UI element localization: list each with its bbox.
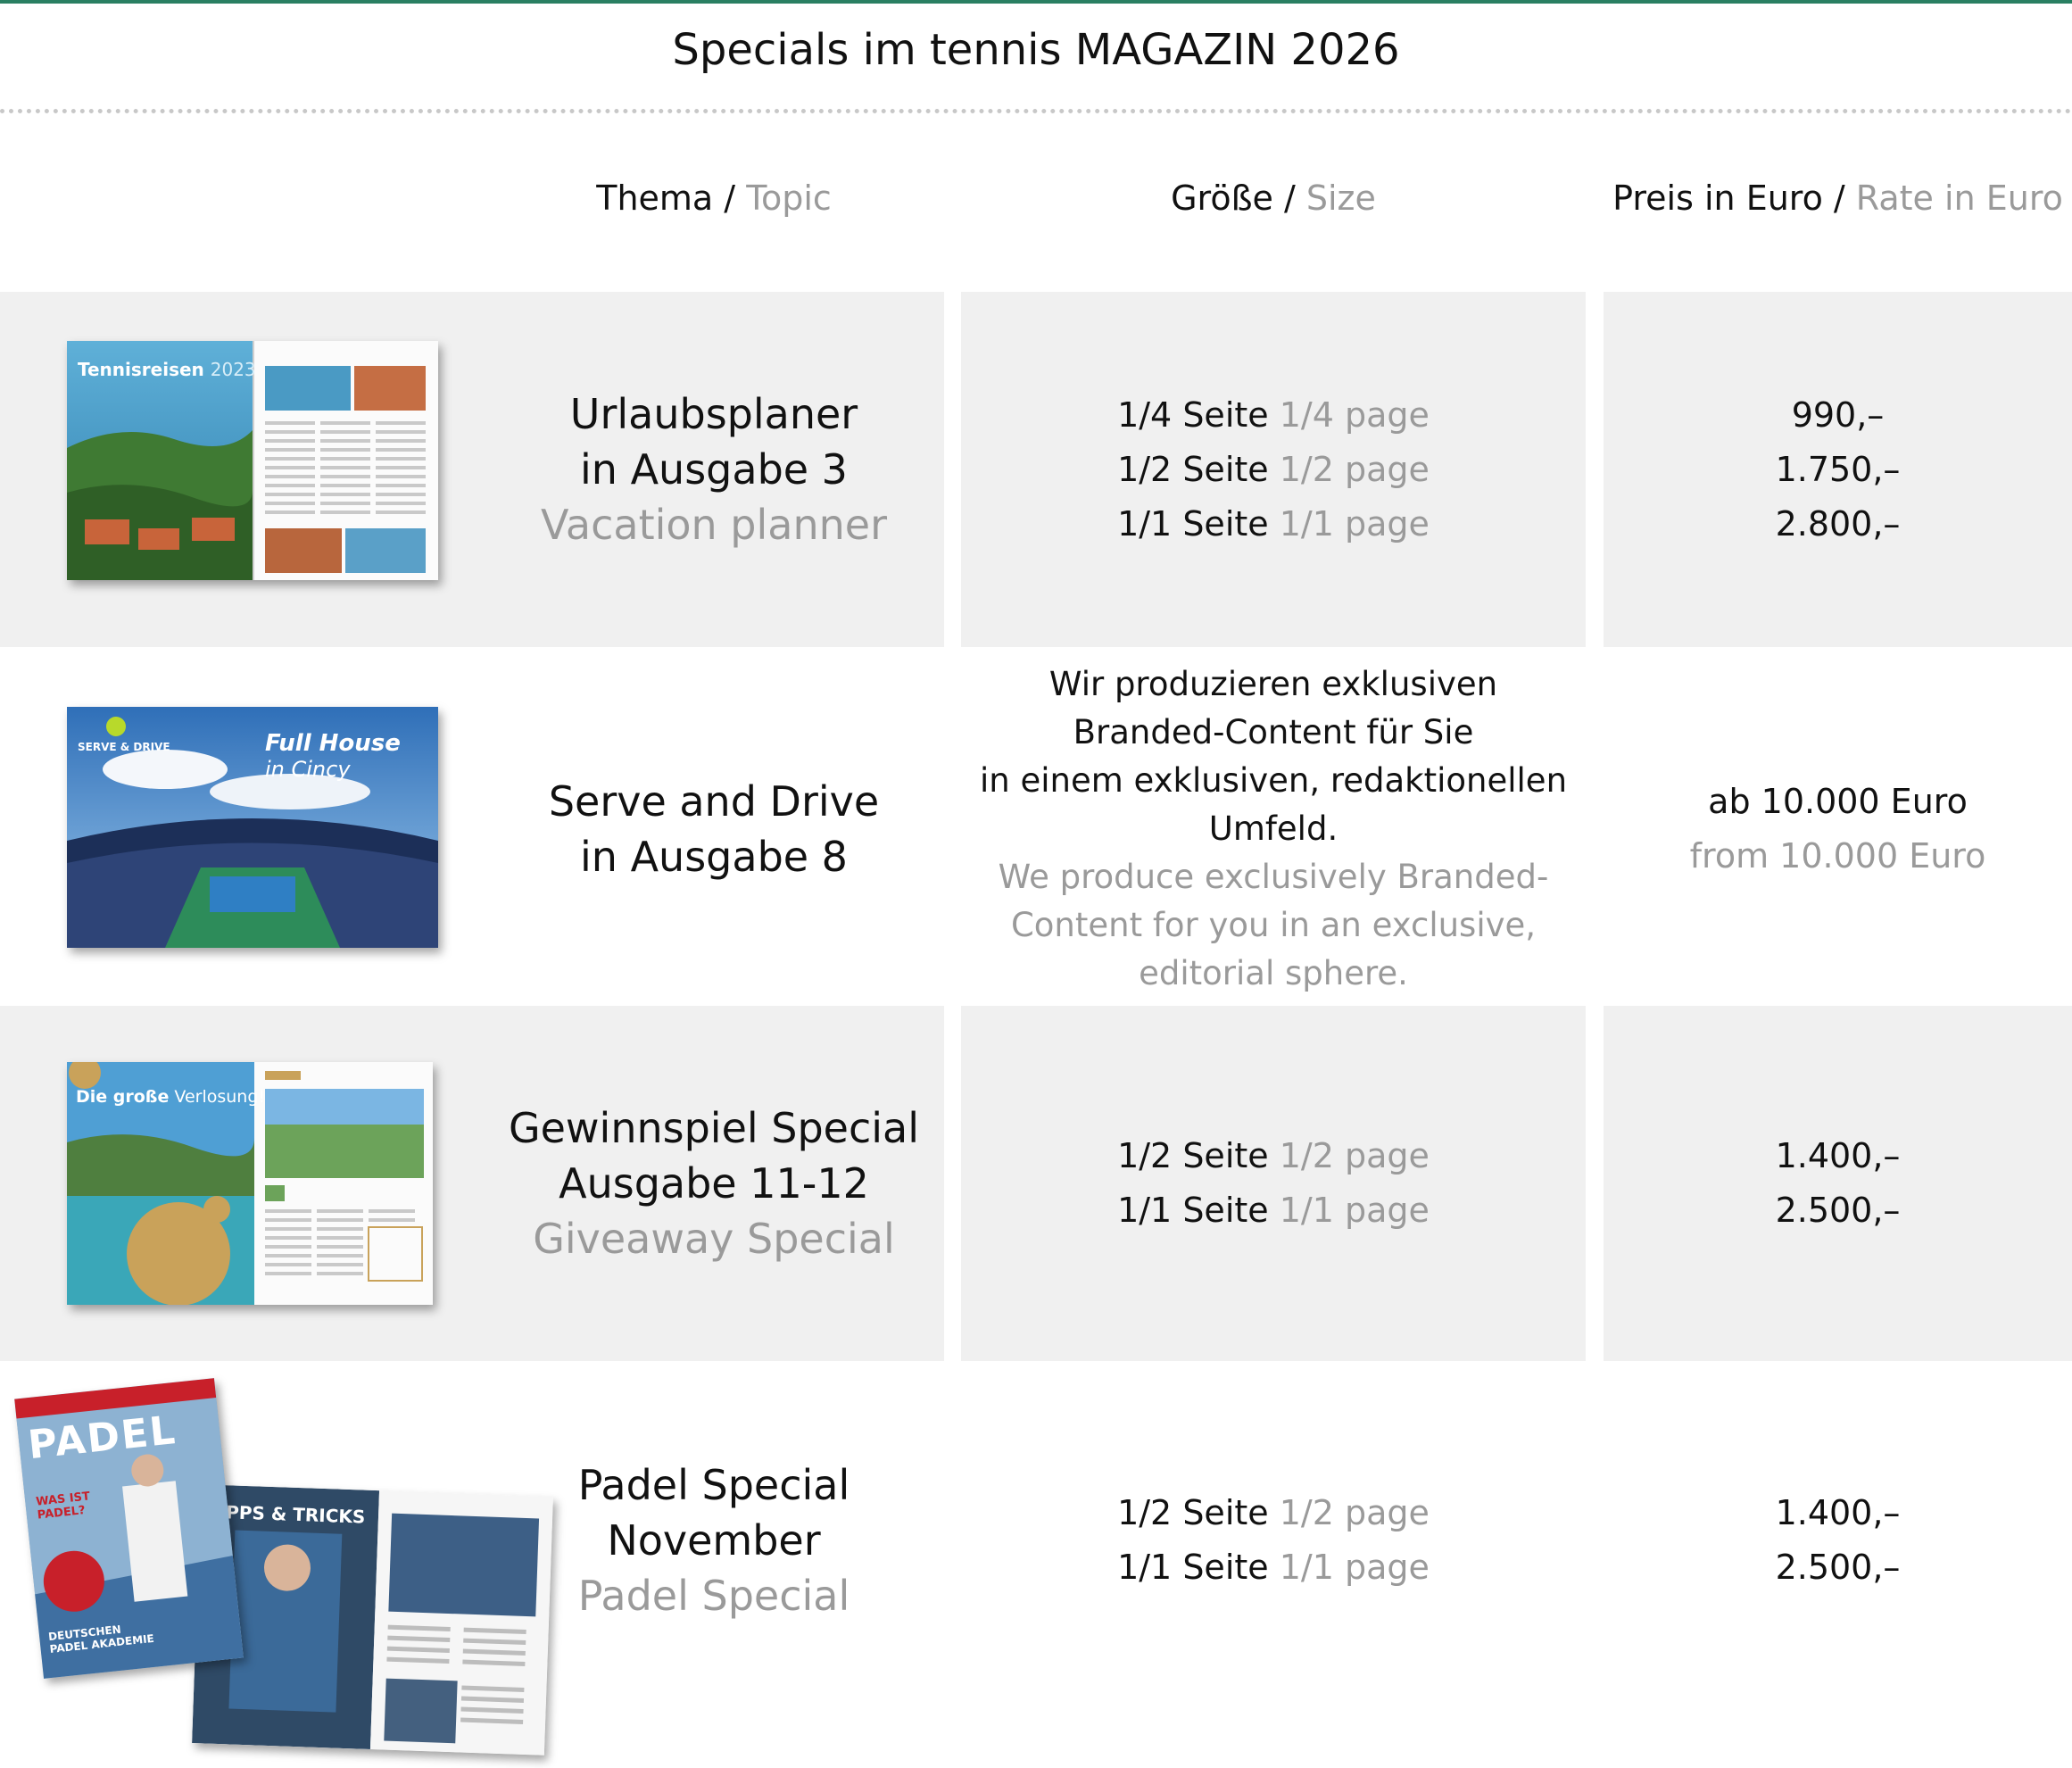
dotted-divider [0,109,2072,113]
size-option: 1/4 Seite 1/4 page [1117,388,1430,443]
size-en: 1/1 page [1279,1548,1430,1587]
header-sep: / [1272,178,1306,218]
price-value: 2.500,– [1775,1191,1901,1230]
header-price-en: Rate in Euro [1855,178,2063,218]
topic-line2: November [607,1516,821,1565]
thumb-subtitle: in Cincy [265,757,351,782]
topic-line1: Padel Special [577,1461,850,1509]
thumb-title: Die große Verlosung! [76,1087,265,1107]
row1-topic: Urlaubsplaner in Ausgabe 3 Vacation plan… [473,292,955,647]
size-option: 1/2 Seite 1/2 page [1117,443,1430,497]
topic-line2: in Ausgabe 8 [580,833,848,881]
topic-line2: Ausgabe 11-12 [559,1159,869,1208]
gewinnspiel-thumbnail: Die große Verlosung! [67,1062,433,1305]
thumb-title-light: Verlosung! [174,1087,266,1107]
header-size: Größe / Size [961,178,1586,218]
branded-de-line: Umfeld. [1208,809,1339,848]
price-en: from 10.000 Euro [1689,836,1986,876]
size-en: 1/1 page [1279,503,1430,544]
price-value: 990,– [1791,394,1885,435]
header-topic-en: Topic [746,178,832,218]
topic-en: Vacation planner [541,501,887,549]
branded-de-line: in einem exklusiven, redaktionellen [979,761,1568,800]
price-value: 1.400,– [1775,1136,1901,1175]
header-sep: / [1822,178,1856,218]
row4-topic: Padel Special November Padel Special [473,1363,955,1718]
row2-branded-content: Wir produzieren exklusiven Branded-Conte… [961,652,1586,1007]
size-de: 1/1 Seite [1117,503,1269,544]
price-value: 1.750,– [1775,449,1901,489]
size-option: 1/1 Seite 1/1 page [1117,1540,1430,1595]
price-de: ab 10.000 Euro [1708,782,1968,821]
size-de: 1/2 Seite [1117,1493,1269,1532]
header-topic-de: Thema [596,178,714,218]
size-option: 1/1 Seite 1/1 page [1117,1183,1430,1238]
price-value: 1.400,– [1775,1493,1901,1532]
page-title: Specials im tennis MAGAZIN 2026 [672,25,1400,75]
size-en: 1/2 page [1279,1136,1430,1175]
topic-line2: in Ausgabe 3 [580,445,848,494]
branded-de-line: Branded-Content für Sie [1073,713,1474,751]
topic-line1: Gewinnspiel Special [508,1104,920,1152]
row4-prices: 1.400,– 2.500,– [1604,1363,2072,1718]
size-en: 1/2 page [1279,1493,1430,1532]
header-size-de: Größe [1171,178,1273,218]
urlaubsplaner-thumbnail: Tennisreisen 2023 [67,341,438,580]
topic-line1: Serve and Drive [548,777,880,826]
row3-prices: 1.400,– 2.500,– [1604,1006,2072,1361]
size-de: 1/4 Seite [1117,394,1269,435]
header-sep: / [713,178,747,218]
row3-sizes: 1/2 Seite 1/2 page 1/1 Seite 1/1 page [961,1006,1586,1361]
size-option: 1/2 Seite 1/2 page [1117,1486,1430,1540]
branded-en-line: We produce exclusively Branded- [998,858,1549,896]
thumb-badge: SERVE & DRIVE [78,741,170,753]
branded-en-line: editorial sphere. [1139,954,1408,992]
size-option: 1/1 Seite 1/1 page [1117,497,1430,552]
top-accent-line [0,0,2072,4]
size-de: 1/1 Seite [1117,1548,1269,1587]
price-value: 2.500,– [1775,1548,1901,1587]
thumb-year: 2023 [210,359,256,380]
thumb-title-text: Tennisreisen [78,359,204,380]
row4-sizes: 1/2 Seite 1/2 page 1/1 Seite 1/1 page [961,1363,1586,1718]
size-en: 1/2 page [1279,449,1430,489]
thumb-title: Tennisreisen 2023 [78,359,256,380]
size-en: 1/4 page [1279,394,1430,435]
size-de: 1/1 Seite [1117,1191,1269,1230]
branded-en-line: Content for you in an exclusive, [1010,906,1537,944]
thumb-title: Full House [265,730,401,757]
row1-prices: 990,– 1.750,– 2.800,– [1604,292,2072,647]
branded-de-line: Wir produzieren exklusiven [1048,665,1498,703]
topic-en: Padel Special [577,1572,850,1620]
serve-and-drive-thumbnail: SERVE & DRIVE Full House in Cincy [67,707,438,948]
size-en: 1/1 page [1279,1191,1430,1230]
row2-prices: ab 10.000 Euro from 10.000 Euro [1604,652,2072,1007]
padel-magazine-cover: PADEL WAS IST PADEL? DEUTSCHEN PADEL AKA… [14,1378,244,1679]
row3-topic: Gewinnspiel Special Ausgabe 11-12 Giveaw… [473,1006,955,1361]
size-de: 1/2 Seite [1117,449,1269,489]
header-size-en: Size [1305,178,1376,218]
topic-line1: Urlaubsplaner [569,390,858,438]
topic-en: Giveaway Special [533,1215,895,1263]
row1-sizes: 1/4 Seite 1/4 page 1/2 Seite 1/2 page 1/… [961,292,1586,647]
row2-topic: Serve and Drive in Ausgabe 8 [473,652,955,1007]
size-option: 1/2 Seite 1/2 page [1117,1129,1430,1183]
size-de: 1/2 Seite [1117,1136,1269,1175]
thumb-title-bold: Die große [76,1087,170,1107]
header-topic: Thema / Topic [473,178,955,218]
header-price: Preis in Euro / Rate in Euro [1604,178,2072,218]
header-price-de: Preis in Euro [1612,178,1823,218]
price-value: 2.800,– [1775,503,1901,544]
